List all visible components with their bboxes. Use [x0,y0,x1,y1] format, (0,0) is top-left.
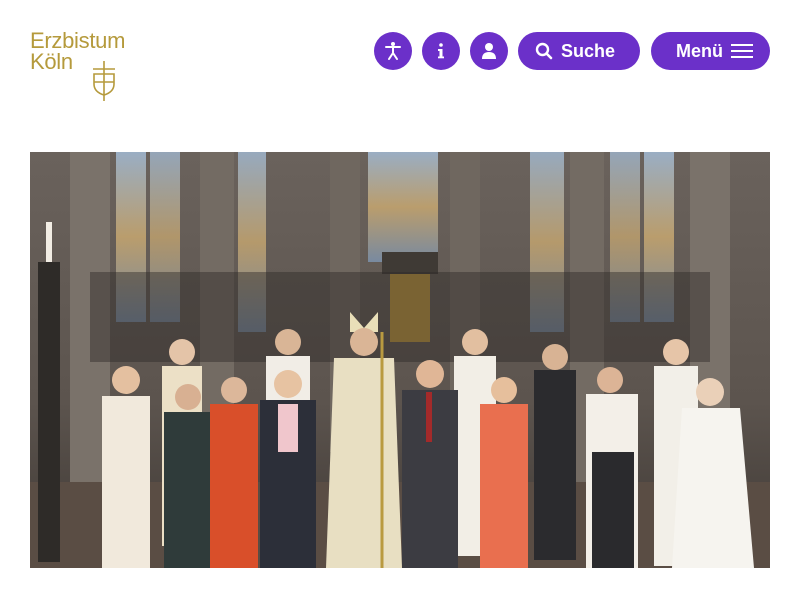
hamburger-icon [731,44,753,58]
site-logo[interactable]: Erzbistum Köln [30,30,150,102]
search-icon [535,42,553,60]
user-button[interactable] [470,32,508,70]
accessibility-button[interactable] [374,32,412,70]
menu-button[interactable]: Menü [651,32,770,70]
info-icon [438,43,444,59]
search-label: Suche [560,40,616,61]
cross-emblem-icon [93,61,115,101]
search-button[interactable]: Suche [518,32,640,70]
accessibility-icon [385,42,401,60]
info-button[interactable] [422,32,460,70]
menu-label: Menü [676,40,723,61]
user-icon [482,43,496,59]
cathedral-group-photo [30,152,770,568]
logo-line-1: Erzbistum [30,28,126,53]
hero-image [30,152,770,568]
